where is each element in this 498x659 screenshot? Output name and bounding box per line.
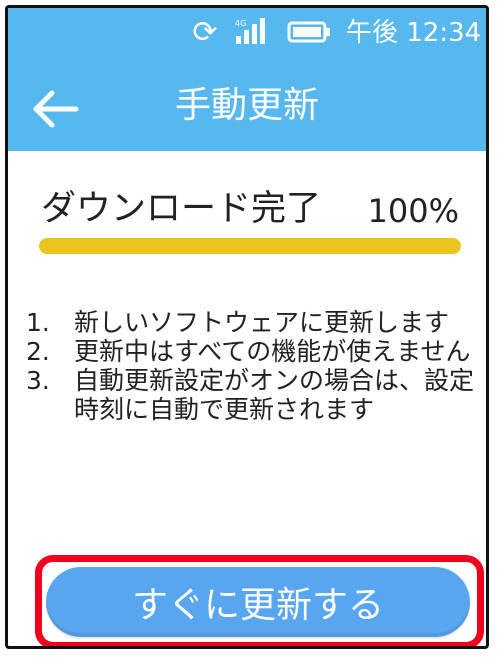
download-progress-fill [39, 238, 461, 254]
battery-icon [284, 16, 336, 48]
page-title: 手動更新 [174, 85, 319, 126]
note-item: 1. 新しいソフトウェアに更新します [26, 308, 476, 337]
note-text: 自動更新設定がオンの場合は、設定時刻に自動で更新されます [74, 366, 475, 424]
note-text: 更新中はすべての機能が使えません [74, 337, 471, 366]
sync-icon: ⟳ [192, 14, 218, 50]
note-number: 2. [26, 337, 50, 366]
note-text: 新しいソフトウェアに更新します [74, 308, 450, 337]
notes-list: 1. 新しいソフトウェアに更新します 2. 更新中はすべての機能が使えません 3… [26, 308, 476, 424]
app-header: ⟳ 4G 午後 12:34 手動更新 [8, 8, 486, 151]
signal-label: 4G [235, 19, 246, 28]
update-now-button[interactable]: すぐに更新する [46, 567, 470, 637]
signal-icon: 4G [234, 16, 270, 48]
phone-screen: ⟳ 4G 午後 12:34 手動更新 ダウンロード完了 100% 1. 新しいソ… [5, 5, 489, 649]
download-progress-bar [39, 238, 461, 254]
clock: 午後 12:34 [346, 18, 482, 48]
download-status-label: ダウンロード完了 [41, 189, 322, 229]
note-item: 3. 自動更新設定がオンの場合は、設定時刻に自動で更新されます [26, 366, 476, 424]
note-number: 3. [26, 366, 50, 395]
note-item: 2. 更新中はすべての機能が使えません [26, 337, 476, 366]
download-percent: 100% [367, 192, 459, 230]
note-number: 1. [26, 308, 50, 337]
status-bar: ⟳ 4G 午後 12:34 [8, 8, 486, 60]
